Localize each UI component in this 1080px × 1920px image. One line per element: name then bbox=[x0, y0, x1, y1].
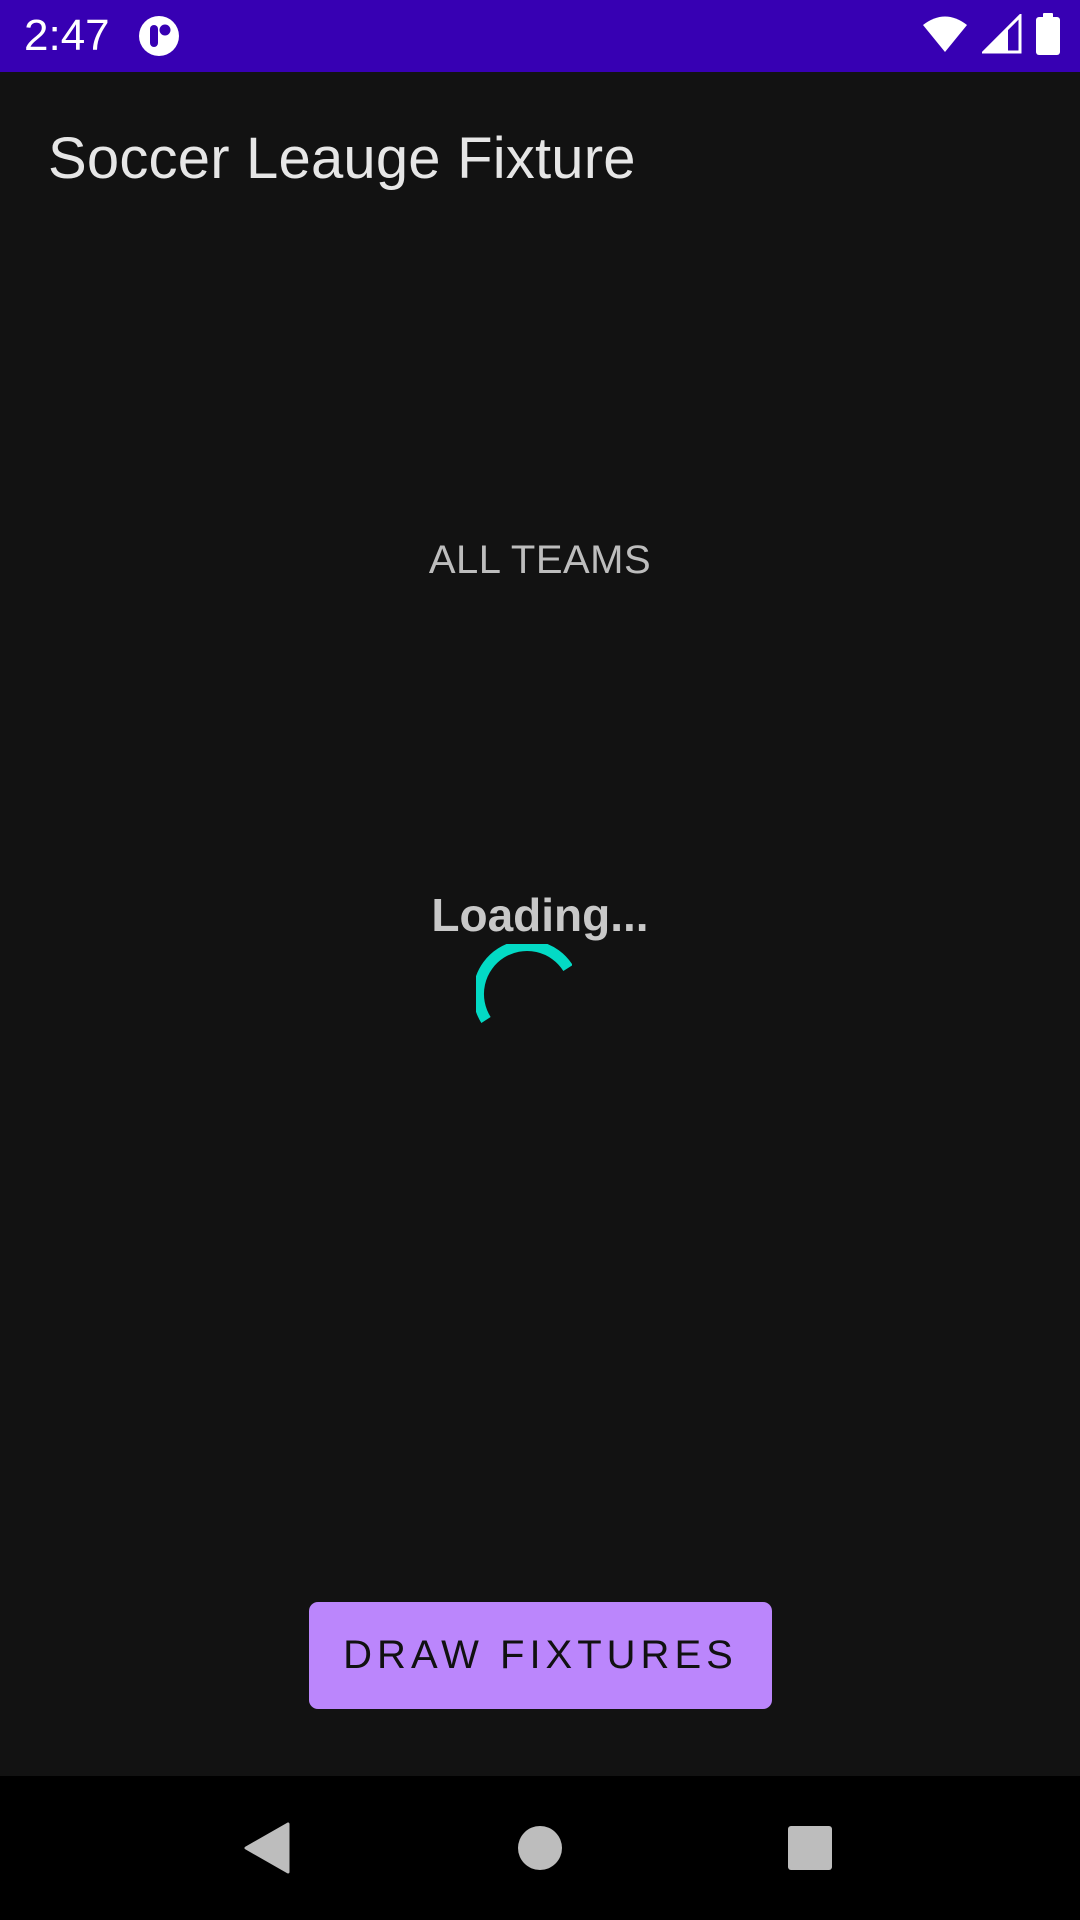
app-notification-icon bbox=[138, 15, 180, 57]
home-button[interactable] bbox=[504, 1814, 576, 1886]
navigation-bar bbox=[0, 1776, 1080, 1920]
back-button[interactable] bbox=[231, 1814, 303, 1886]
recents-icon bbox=[786, 1824, 834, 1877]
loading-spinner bbox=[472, 939, 573, 1040]
loading-text: Loading... bbox=[431, 889, 649, 941]
page-title: Soccer Leauge Fixture bbox=[48, 126, 636, 191]
section-header-all-teams: ALL TEAMS bbox=[428, 538, 652, 582]
cellular-signal-icon bbox=[980, 11, 1022, 59]
back-icon bbox=[242, 1821, 292, 1880]
wifi-icon bbox=[922, 14, 968, 59]
status-time: 2:47 bbox=[24, 11, 110, 60]
status-bar: 2:47 bbox=[0, 0, 1080, 72]
screen: 2:47 Soccer Leauge Fixture ALL TEAMS Loa… bbox=[0, 0, 1080, 1920]
home-icon bbox=[516, 1824, 564, 1877]
battery-icon bbox=[1036, 12, 1060, 60]
draw-fixtures-button[interactable]: DRAW FIXTURES bbox=[309, 1602, 772, 1709]
status-icons bbox=[922, 11, 1060, 60]
recents-button[interactable] bbox=[774, 1814, 846, 1886]
